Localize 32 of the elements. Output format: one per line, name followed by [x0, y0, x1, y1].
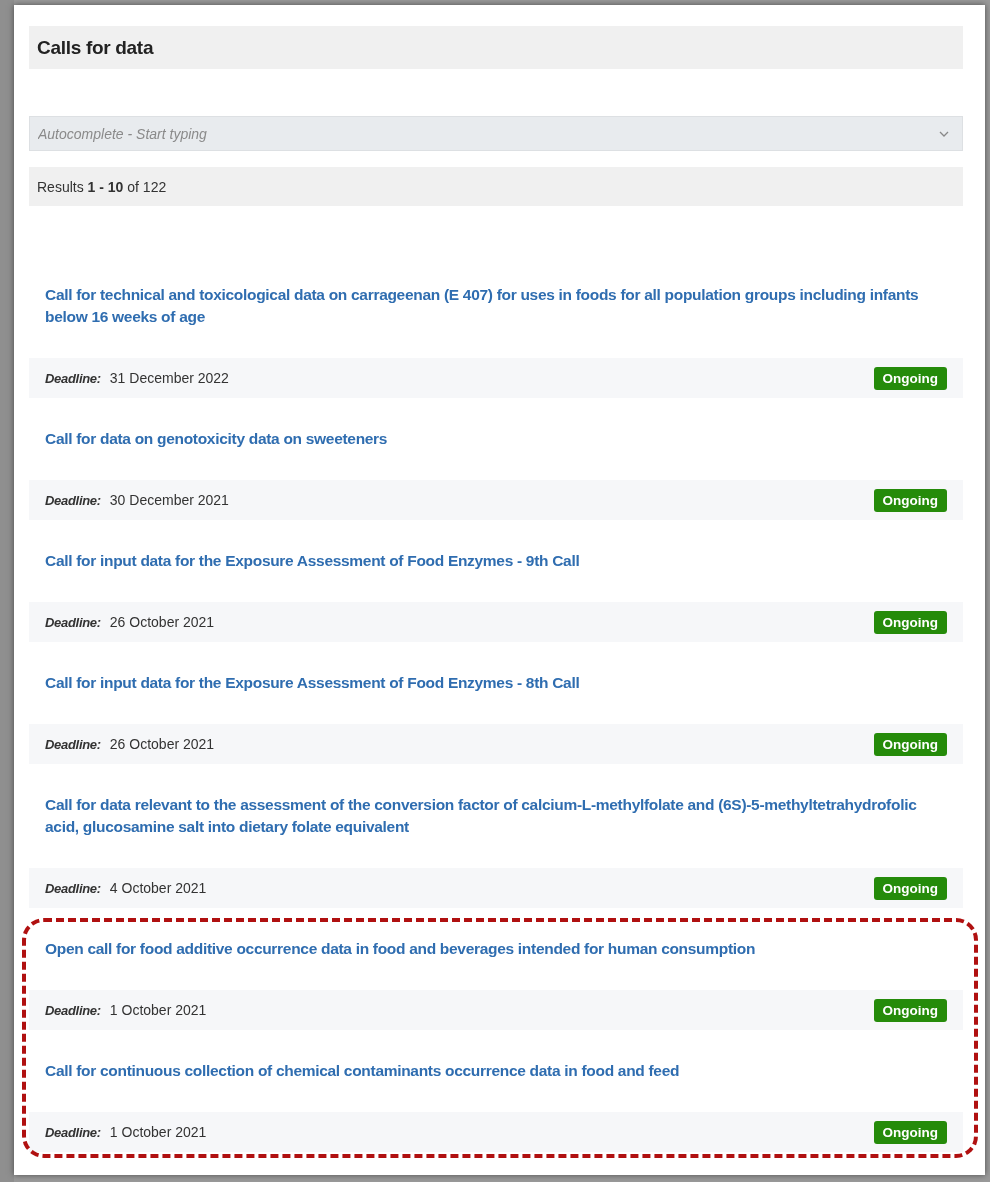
- deadline-label: Deadline:: [45, 736, 101, 752]
- call-title-link[interactable]: Call for input data for the Exposure Assessment of Food Enzymes - 9th Call: [29, 520, 963, 602]
- status-badge: Ongoing: [873, 876, 947, 900]
- status-badge: Ongoing: [873, 366, 947, 390]
- call-title-link[interactable]: Call for input data for the Exposure Assessment of Food Enzymes - 8th Call: [29, 642, 963, 724]
- call-title-link[interactable]: Call for continuous collection of chemical contaminants occurrence data in food and feed: [29, 1030, 963, 1112]
- deadline-label: Deadline:: [45, 492, 101, 508]
- deadline-label: Deadline:: [45, 880, 101, 896]
- deadline-label: Deadline:: [45, 370, 101, 386]
- status-badge: Ongoing: [873, 732, 947, 756]
- status-badge: Ongoing: [873, 488, 947, 512]
- deadline-label: Deadline:: [45, 614, 101, 630]
- deadline-label: Deadline:: [45, 1002, 101, 1018]
- deadline-date: 26 October 2021: [109, 614, 215, 630]
- deadline-date: 1 October 2021: [109, 1124, 207, 1140]
- call-title-link[interactable]: Call for data on genotoxicity data on sweeteners: [29, 398, 963, 480]
- deadline-date: 26 October 2021: [109, 736, 215, 752]
- call-title-link[interactable]: Open call for food additive occurrence data in food and beverages intended for human consumption: [29, 908, 963, 990]
- deadline-date: 31 December 2022: [109, 370, 229, 386]
- status-badge: Ongoing: [873, 998, 947, 1022]
- call-title-link[interactable]: Call for technical and toxicological data on carrageenan (E 407) for uses in foods for all population groups including infants below 16 weeks of age: [29, 254, 963, 358]
- deadline-label: Deadline:: [45, 1124, 101, 1140]
- results-count: Results 1 - 10 of 122: [37, 178, 167, 195]
- status-badge: Ongoing: [873, 1120, 947, 1144]
- deadline-date: 30 December 2021: [109, 492, 229, 508]
- status-badge: Ongoing: [873, 610, 947, 634]
- chevron-down-icon: [939, 131, 949, 137]
- dialog-title: Calls for data: [37, 36, 154, 59]
- autocomplete-field[interactable]: Autocomplete - Start typing: [29, 116, 963, 151]
- deadline-date: 4 October 2021: [109, 880, 207, 896]
- deadline-date: 1 October 2021: [109, 1002, 207, 1018]
- call-title-link[interactable]: Call for data relevant to the assessment of the conversion factor of calcium-L-methylfolate and (6S)-5-methyltetrahydrofolic acid, glucosamine salt into dietary folate equivalent: [29, 764, 963, 868]
